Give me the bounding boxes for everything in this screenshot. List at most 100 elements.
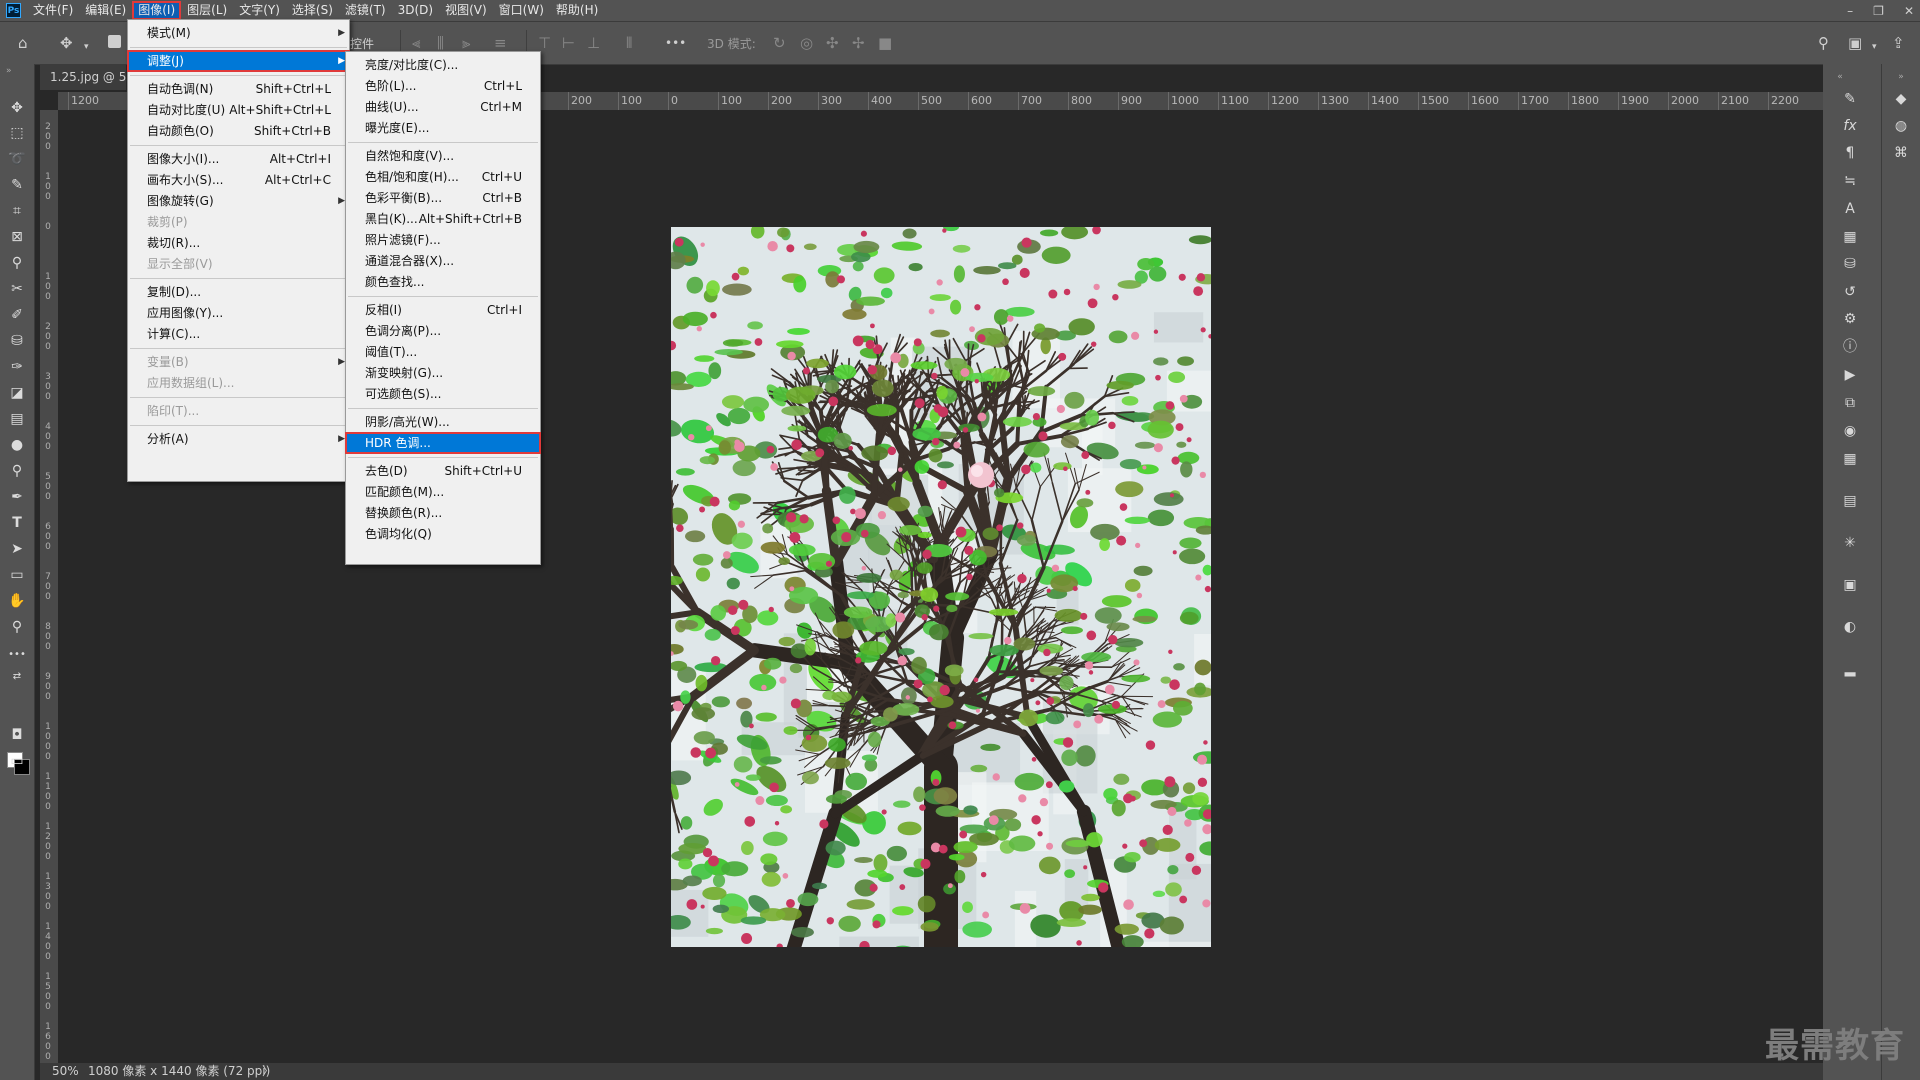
image-menu-item[interactable]: 自动对比度(U) Alt+Shift+Ctrl+L [128, 100, 349, 120]
crop-icon[interactable]: ⌗ [6, 200, 28, 222]
adjust-menu-item[interactable]: 色彩平衡(B)... Ctrl+B [346, 188, 540, 208]
3d-camera-icon[interactable]: ■ [878, 34, 892, 52]
layers-icon[interactable]: ◆ [1890, 88, 1912, 110]
rectangle-icon[interactable]: ▭ [6, 564, 28, 586]
channels-icon[interactable]: ◍ [1890, 115, 1912, 137]
glyphs-icon[interactable]: ✳ [1839, 532, 1861, 554]
dodge-icon[interactable]: ⚲ [6, 460, 28, 482]
histogram-icon[interactable]: ▂ [1839, 658, 1861, 680]
adjust-menu-item[interactable]: 黑白(K)... Alt+Shift+Ctrl+B [346, 209, 540, 229]
styles-icon[interactable]: fx [1839, 115, 1861, 137]
screen-mode-icon[interactable]: ▭ [6, 750, 28, 772]
adjust-menu-item[interactable]: 色调分离(P)... [346, 321, 540, 341]
paragraph-icon[interactable]: ¶ [1839, 142, 1861, 164]
brush-icon[interactable]: ✐ [6, 304, 28, 326]
adjust-menu-item[interactable]: 颜色查找... [346, 272, 540, 292]
swatches-icon[interactable]: ⧉ [1839, 392, 1861, 414]
quick-mask-icon[interactable]: ◘ [6, 724, 28, 746]
pen-icon[interactable]: ✒ [6, 486, 28, 508]
image-menu-item[interactable]: 复制(D)... [128, 282, 349, 302]
share-icon[interactable]: ⇪ [1892, 34, 1905, 52]
adjust-menu-item[interactable]: 通道混合器(X)... [346, 251, 540, 271]
swap-colors-icon[interactable]: ⇄ [6, 666, 28, 688]
menu-filter[interactable]: 滤镜(T) [339, 1, 392, 20]
workspace-icon[interactable]: ▣ [1848, 34, 1862, 52]
align-top-icon[interactable]: ⊤ [538, 34, 551, 52]
restore-icon[interactable]: ❐ [1873, 4, 1884, 18]
document-tab[interactable]: 1.25.jpg @ 5 [40, 64, 126, 90]
adjust-menu-item[interactable]: 替换颜色(R)... [346, 503, 540, 523]
close-icon[interactable]: ✕ [1904, 4, 1914, 18]
chevron-right-icon[interactable]: 〉 [262, 1063, 274, 1080]
adjust-menu-item[interactable]: 匹配颜色(M)... [346, 482, 540, 502]
adjustments-icon[interactable]: ⚙ [1839, 308, 1861, 330]
image-menu-item[interactable]: 应用图像(Y)... [128, 303, 349, 323]
image-menu-item[interactable]: 裁切(R)... [128, 233, 349, 253]
adjust-menu-item[interactable]: 反相(I) Ctrl+I [346, 300, 540, 320]
image-menu-item[interactable]: 图像旋转(G) ▶ [128, 191, 349, 211]
align-middle-icon[interactable]: ⊢ [562, 34, 575, 52]
menu-help[interactable]: 帮助(H) [550, 1, 604, 20]
align-left-icon[interactable]: ⫷ [412, 34, 420, 52]
align-bottom-icon[interactable]: ⊥ [587, 34, 600, 52]
libraries-icon[interactable]: ▦ [1839, 226, 1861, 248]
adjust-menu-item[interactable]: 渐变映射(G)... [346, 363, 540, 383]
3d-slide-icon[interactable]: ✢ [852, 34, 865, 52]
color-icon[interactable]: ◉ [1839, 420, 1861, 442]
align-center-icon[interactable]: ⫼ [437, 34, 444, 52]
actions-icon[interactable]: ▶ [1839, 364, 1861, 386]
3d-roll-icon[interactable]: ◎ [800, 34, 813, 52]
blur-icon[interactable]: ● [6, 434, 28, 456]
adjust-menu-item[interactable]: 亮度/对比度(C)... [346, 55, 540, 75]
document-image[interactable] [671, 227, 1211, 947]
eraser-icon[interactable]: ◪ [6, 382, 28, 404]
chevron-down-icon[interactable]: ▾ [1872, 38, 1877, 56]
lasso-icon[interactable]: ➰ [6, 148, 28, 170]
chevron-down-icon[interactable]: ▾ [84, 38, 89, 56]
collapse-panel-icon[interactable]: » [6, 66, 12, 76]
paths-icon[interactable]: ⌘ [1890, 142, 1912, 164]
expand-panel-icon[interactable]: » [1890, 66, 1912, 88]
adjust-menu-item[interactable]: 可选颜色(S)... [346, 384, 540, 404]
image-menu-item[interactable]: 分析(A) ▶ [128, 429, 349, 449]
move-icon[interactable]: ✥ [6, 97, 28, 119]
adjust-menu-item[interactable]: 照片滤镜(F)... [346, 230, 540, 250]
image-menu-item[interactable]: 调整(J) ▶ [127, 50, 350, 72]
distribute-vertical-icon[interactable]: ⫴ [626, 34, 632, 52]
type-icon[interactable]: T [6, 512, 28, 534]
adjust-menu-item[interactable]: 色相/饱和度(H)... Ctrl+U [346, 167, 540, 187]
align-right-icon[interactable]: ⫸ [462, 34, 470, 52]
adjust-menu-item[interactable]: 曲线(U)... Ctrl+M [346, 97, 540, 117]
quick-select-icon[interactable]: ✎ [6, 174, 28, 196]
adjust-menu-item[interactable]: 阴影/高光(W)... [346, 412, 540, 432]
3d-orbit-icon[interactable]: ↻ [773, 34, 786, 52]
menu-image[interactable]: 图像(I) [132, 1, 182, 20]
adjust-menu-item[interactable]: HDR 色调... [345, 432, 541, 454]
menu-window[interactable]: 窗口(W) [493, 1, 550, 20]
frame-icon[interactable]: ⊠ [6, 226, 28, 248]
image-menu-item[interactable]: 画布大小(S)... Alt+Ctrl+C [128, 170, 349, 190]
menu-type[interactable]: 文字(Y) [233, 1, 286, 20]
more-options-icon[interactable]: ••• [665, 34, 686, 52]
adjust-menu-item[interactable]: 曝光度(E)... [346, 118, 540, 138]
timeline-icon[interactable]: ▣ [1839, 574, 1861, 596]
expand-panel-icon[interactable]: « [1829, 66, 1851, 88]
navigator-icon[interactable]: ◐ [1839, 616, 1861, 638]
menu-select[interactable]: 选择(S) [286, 1, 339, 20]
info-icon[interactable]: ⓘ [1839, 336, 1861, 358]
home-icon[interactable]: ⌂ [18, 34, 28, 52]
more-tools-icon[interactable]: ••• [6, 644, 28, 666]
path-select-icon[interactable]: ➤ [6, 538, 28, 560]
adjust-menu-item[interactable]: 色调均化(Q) [346, 524, 540, 544]
adjust-menu-item[interactable]: 去色(D) Shift+Ctrl+U [346, 461, 540, 481]
distribute-icon[interactable]: ≡ [494, 34, 507, 52]
zoom-icon[interactable]: ⚲ [6, 616, 28, 638]
table-icon[interactable]: ▦ [1839, 448, 1861, 470]
image-menu-item[interactable]: 计算(C)... [128, 324, 349, 344]
move-tool-icon[interactable]: ✥ [60, 34, 73, 52]
3d-pan-icon[interactable]: ✣ [826, 34, 839, 52]
history-icon[interactable]: ↺ [1839, 281, 1861, 303]
menu-edit[interactable]: 编辑(E) [79, 1, 132, 20]
hand-icon[interactable]: ✋ [6, 590, 28, 612]
character-icon[interactable]: A [1839, 198, 1861, 220]
